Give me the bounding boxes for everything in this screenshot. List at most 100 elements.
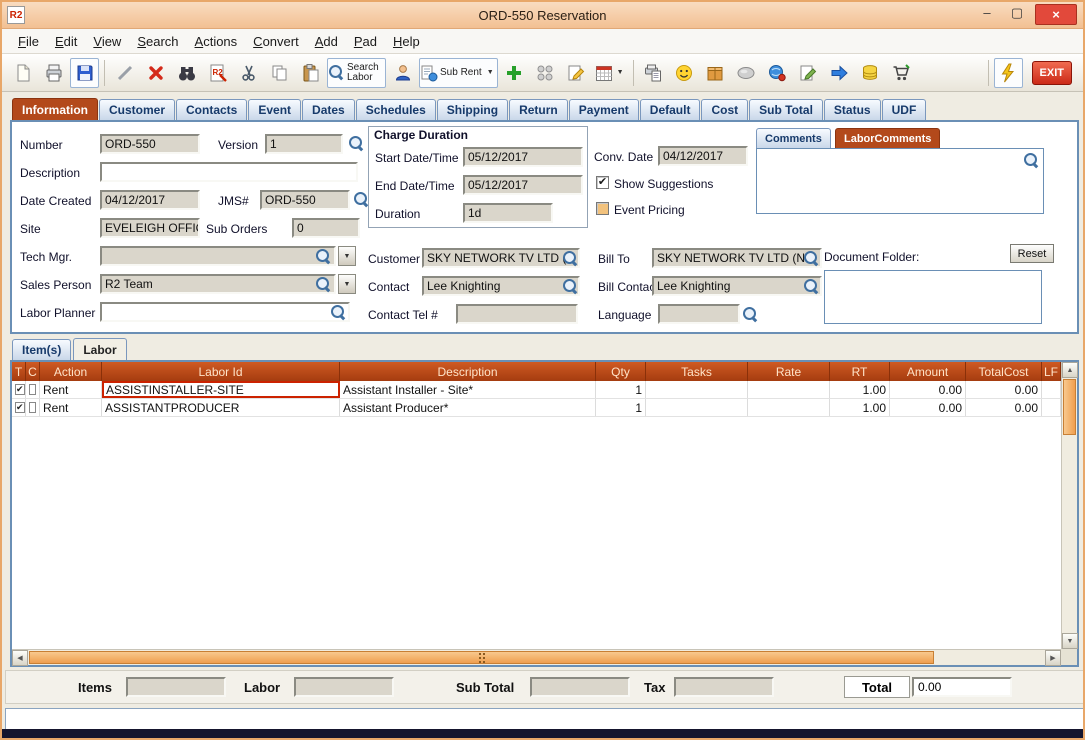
row2-t-cell[interactable] — [12, 399, 26, 416]
row2-totalcost-cell[interactable]: 0.00 — [966, 399, 1042, 416]
tab-return[interactable]: Return — [509, 99, 568, 120]
bill-to-field[interactable]: SKY NETWORK TV LTD (N — [652, 248, 822, 268]
start-date-field[interactable]: 05/12/2017 — [463, 147, 583, 167]
crew-button[interactable] — [388, 58, 417, 88]
write-note-button[interactable] — [794, 58, 823, 88]
row1-t-cell[interactable] — [12, 381, 26, 398]
sub-rent-button[interactable]: Sub Rent ▼ — [419, 58, 498, 88]
row2-t-checkbox[interactable] — [15, 402, 25, 413]
scroll-left-icon[interactable]: ◀ — [12, 650, 28, 666]
row1-tasks-cell[interactable] — [646, 381, 748, 398]
tab-udf[interactable]: UDF — [882, 99, 927, 120]
sphere-button[interactable] — [732, 58, 761, 88]
package-button[interactable] — [701, 58, 730, 88]
language-lookup-icon[interactable] — [742, 306, 759, 323]
row2-labor-id-cell[interactable]: ASSISTANTPRODUCER — [102, 399, 340, 416]
row1-c-checkbox[interactable] — [29, 384, 36, 395]
menu-actions[interactable]: Actions — [187, 31, 246, 52]
tab-event[interactable]: Event — [248, 99, 301, 120]
horizontal-scrollbar[interactable]: ◀ ▶ — [12, 649, 1061, 665]
version-lookup-icon[interactable] — [348, 135, 365, 152]
labor-total-field[interactable] — [294, 677, 394, 697]
menu-view[interactable]: View — [85, 31, 129, 52]
row1-amount-cell[interactable]: 0.00 — [890, 381, 966, 398]
labor-planner-lookup-icon[interactable] — [330, 304, 347, 321]
smiley-button[interactable] — [670, 58, 699, 88]
row1-action-cell[interactable]: Rent — [40, 381, 102, 398]
vertical-scrollbar[interactable]: ▲ ▼ — [1061, 362, 1077, 649]
date-created-field[interactable]: 04/12/2017 — [100, 190, 200, 210]
search-labor-button[interactable]: Search Labor — [327, 58, 386, 88]
row2-amount-cell[interactable]: 0.00 — [890, 399, 966, 416]
r2-document-button[interactable]: R2 — [203, 58, 232, 88]
bill-contact-field[interactable]: Lee Knighting — [652, 276, 822, 296]
version-field[interactable]: 1 — [265, 134, 343, 154]
tab-sub-total[interactable]: Sub Total — [749, 99, 823, 120]
tab-labor[interactable]: Labor — [73, 338, 126, 360]
tech-mgr-dropdown[interactable]: ▼ — [338, 246, 356, 266]
sales-person-dropdown[interactable]: ▼ — [338, 274, 356, 294]
row1-rt-cell[interactable]: 1.00 — [830, 381, 890, 398]
menu-convert[interactable]: Convert — [245, 31, 307, 52]
row1-c-cell[interactable] — [26, 381, 40, 398]
row2-c-checkbox[interactable] — [29, 402, 36, 413]
sales-person-field[interactable]: R2 Team — [100, 274, 336, 294]
scroll-up-icon[interactable]: ▲ — [1062, 362, 1078, 378]
delete-button[interactable] — [141, 58, 170, 88]
event-pricing-checkbox[interactable] — [596, 202, 609, 215]
sub-orders-field[interactable]: 0 — [292, 218, 360, 238]
print-preview-button[interactable] — [639, 58, 668, 88]
row2-rt-cell[interactable]: 1.00 — [830, 399, 890, 416]
tab-cost[interactable]: Cost — [701, 99, 748, 120]
col-rate[interactable]: Rate — [748, 362, 830, 381]
row2-c-cell[interactable] — [26, 399, 40, 416]
row1-lf-cell[interactable] — [1042, 381, 1061, 398]
tab-status[interactable]: Status — [824, 99, 881, 120]
row1-labor-id-cell[interactable]: ASSISTINSTALLER-SITE — [102, 381, 340, 398]
menu-add[interactable]: Add — [307, 31, 346, 52]
duration-field[interactable]: 1d — [463, 203, 553, 223]
row1-qty-cell[interactable]: 1 — [596, 381, 646, 398]
bill-contact-lookup-icon[interactable] — [803, 278, 820, 295]
tab-items[interactable]: Item(s) — [12, 339, 71, 360]
col-t[interactable]: T — [12, 362, 26, 381]
tab-labor-comments[interactable]: LaborComments — [835, 128, 940, 148]
edit-button[interactable] — [110, 58, 139, 88]
end-date-field[interactable]: 05/12/2017 — [463, 175, 583, 195]
sub-total-field[interactable] — [530, 677, 630, 697]
close-button[interactable]: × — [1035, 4, 1077, 25]
labor-comments-textarea[interactable] — [756, 148, 1044, 214]
go-arrow-button[interactable] — [825, 58, 854, 88]
cart-button[interactable] — [887, 58, 916, 88]
horizontal-scroll-thumb[interactable] — [29, 651, 934, 664]
description-field[interactable] — [100, 162, 358, 182]
exit-button[interactable]: EXIT — [1032, 61, 1072, 85]
tech-mgr-lookup-icon[interactable] — [315, 248, 332, 265]
menu-file[interactable]: File — [10, 31, 47, 52]
bill-to-lookup-icon[interactable] — [803, 250, 820, 267]
vertical-scroll-thumb[interactable] — [1063, 379, 1076, 435]
col-totalcost[interactable]: TotalCost — [966, 362, 1042, 381]
paste-button[interactable] — [296, 58, 325, 88]
copy-button[interactable] — [265, 58, 294, 88]
tab-information[interactable]: Information — [12, 98, 98, 120]
items-total-field[interactable] — [126, 677, 226, 697]
col-qty[interactable]: Qty — [596, 362, 646, 381]
globe-user-button[interactable] — [763, 58, 792, 88]
table-row[interactable]: Rent ASSISTANTPRODUCER Assistant Produce… — [12, 399, 1061, 417]
row1-rate-cell[interactable] — [748, 381, 830, 398]
contact-tel-field[interactable] — [456, 304, 578, 324]
contact-lookup-icon[interactable] — [562, 278, 579, 295]
col-description[interactable]: Description — [340, 362, 596, 381]
col-tasks[interactable]: Tasks — [646, 362, 748, 381]
menu-edit[interactable]: Edit — [47, 31, 85, 52]
wand-button[interactable] — [994, 58, 1023, 88]
edit-note-button[interactable] — [562, 58, 591, 88]
jms-field[interactable]: ORD-550 — [260, 190, 350, 210]
calendar-button[interactable]: ▼ — [593, 58, 628, 88]
reset-button[interactable]: Reset — [1010, 244, 1054, 263]
col-rt[interactable]: RT — [830, 362, 890, 381]
show-suggestions-checkbox[interactable] — [596, 176, 609, 189]
tab-payment[interactable]: Payment — [569, 99, 639, 120]
tab-customer[interactable]: Customer — [99, 99, 175, 120]
